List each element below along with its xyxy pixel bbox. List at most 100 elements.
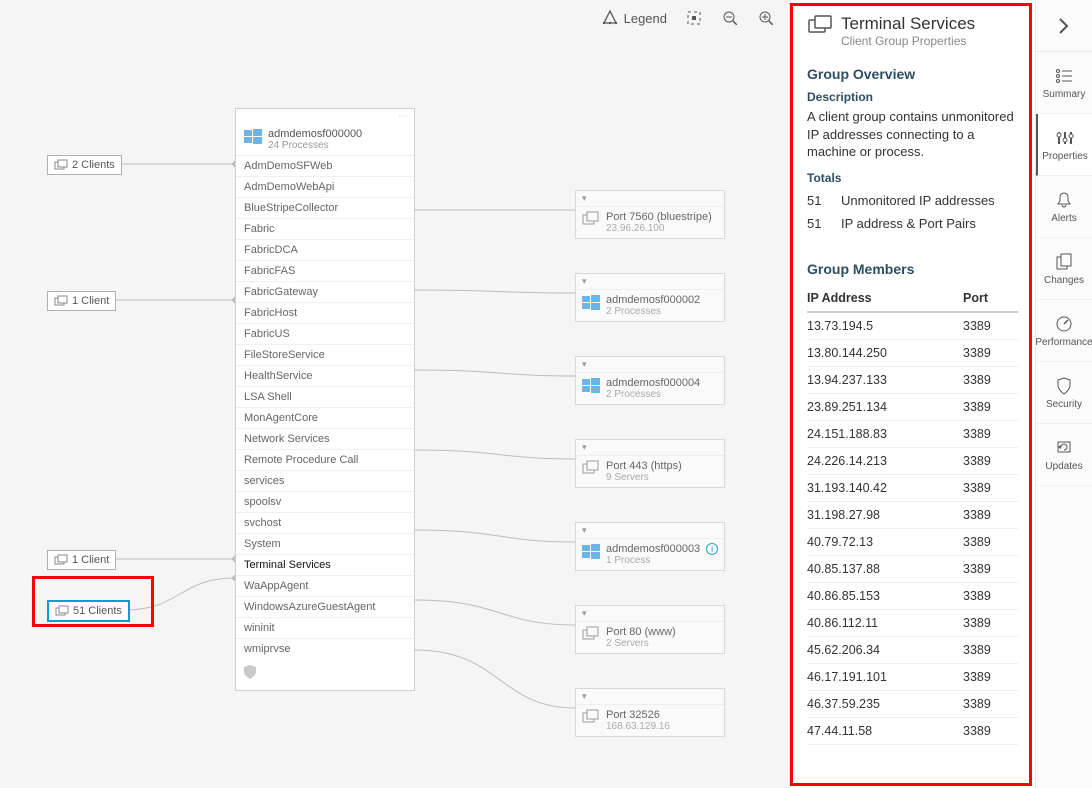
process-item[interactable]: WaAppAgent	[236, 576, 414, 597]
sidebar-item-label: Properties	[1042, 151, 1088, 162]
chevron-down-icon[interactable]: ▾	[576, 606, 724, 622]
table-row[interactable]: 31.198.27.983389	[807, 501, 1018, 528]
sidebar-item-changes[interactable]: Changes	[1036, 238, 1092, 300]
col-ip: IP Address	[807, 285, 963, 312]
process-item[interactable]: Network Services	[236, 429, 414, 450]
chevron-down-icon[interactable]: ▾	[576, 191, 724, 207]
cell-ip: 13.73.194.5	[807, 312, 963, 340]
cell-ip: 24.151.188.83	[807, 420, 963, 447]
dependency-node[interactable]: ▾admdemosf0000031 Processi	[575, 522, 725, 571]
chevron-down-icon[interactable]: ▾	[576, 689, 724, 705]
legend-label: Legend	[624, 11, 667, 26]
process-item[interactable]: MonAgentCore	[236, 408, 414, 429]
table-row[interactable]: 13.73.194.53389	[807, 312, 1018, 340]
dependency-node[interactable]: ▾Port 32526168.63.129.16	[575, 688, 725, 737]
client-group-box[interactable]: 51 Clients	[47, 600, 130, 622]
process-item[interactable]: wininit	[236, 618, 414, 639]
info-icon[interactable]: i	[706, 543, 718, 555]
table-row[interactable]: 24.151.188.833389	[807, 420, 1018, 447]
process-item[interactable]: BlueStripeCollector	[236, 198, 414, 219]
node-icon	[582, 377, 600, 400]
process-item[interactable]: WindowsAzureGuestAgent	[236, 597, 414, 618]
table-row[interactable]: 47.44.11.583389	[807, 717, 1018, 744]
process-item[interactable]: svchost	[236, 513, 414, 534]
process-item[interactable]: AdmDemoWebApi	[236, 177, 414, 198]
process-item[interactable]: HealthService	[236, 366, 414, 387]
table-row[interactable]: 23.89.251.1343389	[807, 393, 1018, 420]
cell-port: 3389	[963, 312, 1018, 340]
sidebar-item-summary[interactable]: Summary	[1036, 52, 1092, 114]
process-item[interactable]: FabricGateway	[236, 282, 414, 303]
sidebar-item-alerts[interactable]: Alerts	[1036, 176, 1092, 238]
dependency-node[interactable]: ▾Port 80 (www)2 Servers	[575, 605, 725, 654]
table-row[interactable]: 46.17.191.1013389	[807, 663, 1018, 690]
process-item[interactable]: Remote Procedure Call	[236, 450, 414, 471]
cell-port: 3389	[963, 555, 1018, 582]
cell-port: 3389	[963, 366, 1018, 393]
process-item[interactable]: FabricFAS	[236, 261, 414, 282]
dependency-node[interactable]: ▾Port 7560 (bluestripe)23.96.26.100	[575, 190, 725, 239]
cell-ip: 40.86.112.11	[807, 609, 963, 636]
dependency-node[interactable]: ▾admdemosf0000042 Processes	[575, 356, 725, 405]
node-icon	[582, 294, 600, 317]
legend-button[interactable]: Legend	[601, 9, 667, 27]
node-icon	[582, 709, 600, 730]
node-icon	[582, 211, 600, 232]
chevron-down-icon[interactable]: ▾	[576, 357, 724, 373]
table-row[interactable]: 40.85.137.883389	[807, 555, 1018, 582]
node-title: Port 32526	[606, 709, 670, 721]
sidebar-item-updates[interactable]: Updates	[1036, 424, 1092, 486]
process-item[interactable]: spoolsv	[236, 492, 414, 513]
dependency-node[interactable]: ▾admdemosf0000022 Processes	[575, 273, 725, 322]
collapse-button[interactable]	[1036, 0, 1092, 52]
table-row[interactable]: 40.79.72.133389	[807, 528, 1018, 555]
sidebar-item-performance[interactable]: Performance	[1036, 300, 1092, 362]
table-row[interactable]: 24.226.14.2133389	[807, 447, 1018, 474]
dependency-node[interactable]: ▾Port 443 (https)9 Servers	[575, 439, 725, 488]
client-group-box[interactable]: 1 Client	[47, 291, 116, 311]
client-group-box[interactable]: 2 Clients	[47, 155, 122, 175]
zoom-in-button[interactable]	[757, 9, 775, 27]
process-item[interactable]: AdmDemoSFWeb	[236, 156, 414, 177]
process-item[interactable]: services	[236, 471, 414, 492]
node-title: Port 443 (https)	[606, 460, 682, 472]
map-canvas[interactable]: 2 Clients 1 Client 1 Client 51 Clients ⋯ ad…	[0, 0, 790, 788]
process-item[interactable]: FabricHost	[236, 303, 414, 324]
zoom-out-button[interactable]	[721, 9, 739, 27]
machine-sub: 24 Processes	[268, 140, 362, 151]
process-item[interactable]: System	[236, 534, 414, 555]
process-item[interactable]: Terminal Services	[236, 555, 414, 576]
cell-port: 3389	[963, 582, 1018, 609]
table-row[interactable]: 40.86.112.113389	[807, 609, 1018, 636]
table-row[interactable]: 40.86.85.1533389	[807, 582, 1018, 609]
table-row[interactable]: 45.62.206.343389	[807, 636, 1018, 663]
table-row[interactable]: 13.80.144.2503389	[807, 339, 1018, 366]
panel-title: Terminal Services	[841, 14, 975, 34]
machine-node[interactable]: ⋯ admdemosf00000024 Processes AdmDemoSFW…	[235, 108, 415, 691]
chevron-down-icon[interactable]: ▾	[576, 440, 724, 456]
process-item[interactable]: LSA Shell	[236, 387, 414, 408]
fit-button[interactable]	[685, 9, 703, 27]
cell-port: 3389	[963, 339, 1018, 366]
sidebar-item-label: Summary	[1043, 89, 1086, 100]
cell-port: 3389	[963, 663, 1018, 690]
process-item[interactable]: FileStoreService	[236, 345, 414, 366]
table-row[interactable]: 46.37.59.2353389	[807, 690, 1018, 717]
sidebar-item-security[interactable]: Security	[1036, 362, 1092, 424]
chevron-down-icon[interactable]: ▾	[576, 523, 724, 539]
sidebar-item-label: Performance	[1035, 337, 1092, 348]
client-group-box[interactable]: 1 Client	[47, 550, 116, 570]
process-item[interactable]: Fabric	[236, 219, 414, 240]
chevron-down-icon[interactable]: ▾	[576, 274, 724, 290]
sidebar-item-properties[interactable]: Properties	[1036, 114, 1092, 176]
shield-icon	[236, 659, 414, 690]
process-item[interactable]: FabricUS	[236, 324, 414, 345]
table-row[interactable]: 13.94.237.1333389	[807, 366, 1018, 393]
process-item[interactable]: FabricDCA	[236, 240, 414, 261]
cell-port: 3389	[963, 528, 1018, 555]
table-row[interactable]: 31.193.140.423389	[807, 474, 1018, 501]
totals-row: 51Unmonitored IP addresses	[807, 189, 1018, 212]
gauge-icon	[1055, 314, 1073, 334]
process-item[interactable]: wmiprvse	[236, 639, 414, 659]
bell-icon	[1056, 190, 1072, 210]
